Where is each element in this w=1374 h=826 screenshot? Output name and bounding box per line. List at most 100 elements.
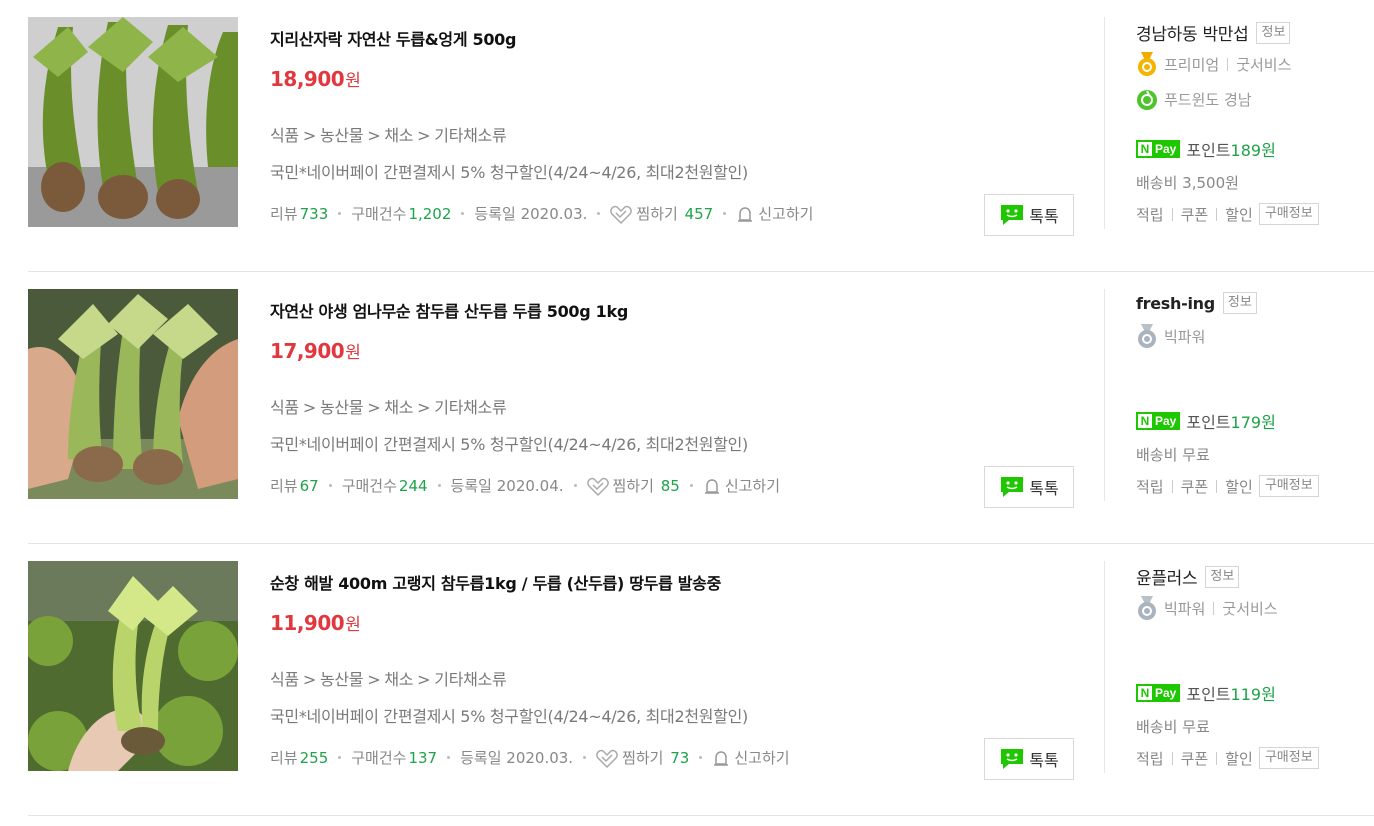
benefit-links: 적립 쿠폰 할인 구매정보	[1136, 475, 1319, 497]
shipping-fee: 배송비 무료	[1136, 718, 1210, 736]
registered-date: 등록일 2020.03.	[474, 205, 588, 224]
talktalk-button[interactable]: 톡톡	[984, 466, 1074, 508]
benefit-link[interactable]: 할인	[1225, 204, 1253, 225]
category-item[interactable]: 기타채소류	[434, 670, 506, 689]
product-thumbnail[interactable]	[28, 561, 238, 771]
wish-button[interactable]: 찜하기 85	[586, 475, 680, 497]
product-price: 17,900원	[270, 338, 361, 363]
benefit-link[interactable]: 적립	[1136, 204, 1164, 225]
product-price: 18,900원	[270, 66, 361, 91]
purchase-count: 구매건수 137	[351, 749, 438, 768]
category-item[interactable]: 기타채소류	[434, 126, 506, 145]
review-link[interactable]: 리뷰 67	[270, 475, 319, 496]
benefit-link[interactable]: 할인	[1225, 476, 1253, 497]
benefit-link[interactable]: 쿠폰	[1181, 748, 1209, 769]
registered-date: 등록일 2020.04.	[450, 477, 564, 496]
seller-name[interactable]: 윤플러스	[1136, 564, 1198, 589]
price-unit: 원	[345, 71, 361, 91]
category-item[interactable]: 채소	[384, 670, 413, 689]
product-thumbnail[interactable]	[28, 289, 238, 499]
category-item[interactable]: 채소	[384, 398, 413, 417]
category-item[interactable]: 식품	[270, 126, 299, 145]
npay-logo: N Pay	[1136, 412, 1181, 430]
category-item[interactable]: 농산물	[320, 670, 364, 689]
product-info: 자연산 야생 엄나무순 참두릅 산두릅 두릅 500g 1kg 17,900원 …	[270, 272, 1078, 543]
product-price: 11,900원	[270, 610, 361, 635]
seller-info-button[interactable]: 정보	[1222, 292, 1257, 314]
category-path: 식품 > 농산물 > 채소 > 기타채소류	[270, 670, 507, 689]
benefit-link[interactable]: 적립	[1136, 476, 1164, 497]
product-item: 자연산 야생 엄나무순 참두릅 산두릅 두릅 500g 1kg 17,900원 …	[28, 272, 1374, 544]
price-value: 11,900	[270, 611, 345, 635]
seller-name[interactable]: 경남하동 박만섭	[1136, 20, 1249, 45]
promo-text: 국민*네이버페이 간편결제시 5% 청구할인(4/24~4/26, 최대2천원할…	[270, 435, 748, 454]
product-item: 지리산자락 자연산 두릅&엉게 500g 18,900원 식품 > 농산물 > 채소 > 기…	[28, 0, 1374, 272]
review-link[interactable]: 리뷰 255	[270, 747, 328, 768]
wish-button[interactable]: 찜하기 73	[596, 747, 689, 769]
price-unit: 원	[345, 615, 361, 635]
review-link[interactable]: 리뷰 733	[270, 203, 328, 224]
seller-grade: 빅파워	[1136, 324, 1205, 348]
category-item[interactable]: 농산물	[320, 126, 364, 145]
benefit-link[interactable]: 할인	[1225, 748, 1253, 769]
gold-medal-icon	[1138, 52, 1156, 76]
report-button[interactable]: 신고하기	[712, 747, 790, 768]
benefit-links: 적립 쿠폰 할인 구매정보	[1136, 203, 1319, 225]
seller-grade: 프리미엄 굿서비스	[1136, 52, 1291, 76]
shipping-fee: 배송비 무료	[1136, 446, 1210, 464]
seller-panel: 경남하동 박만섭 정보 프리미엄 굿서비스 푸드윈도 경남 N Pay 포인트 189…	[1104, 0, 1374, 271]
npay-logo: N Pay	[1136, 684, 1181, 702]
benefit-link[interactable]: 쿠폰	[1181, 204, 1209, 225]
category-path: 식품 > 농산물 > 채소 > 기타채소류	[270, 398, 507, 417]
seller-name[interactable]: fresh-ing	[1136, 294, 1215, 313]
apple-icon	[1137, 90, 1157, 110]
purchase-info-button[interactable]: 구매정보	[1258, 475, 1319, 497]
category-item[interactable]: 기타채소류	[434, 398, 506, 417]
bell-icon	[704, 478, 719, 494]
price-value: 17,900	[270, 339, 345, 363]
benefit-link[interactable]: 적립	[1136, 748, 1164, 769]
purchase-info-button[interactable]: 구매정보	[1258, 747, 1319, 769]
foodwindow-badge: 푸드윈도 경남	[1136, 88, 1252, 110]
report-button[interactable]: 신고하기	[703, 475, 780, 496]
npay-point: N Pay 포인트 189원	[1136, 137, 1276, 161]
product-info: 순창 해발 400m 고랭지 참두릅1kg / 두릅 (산두릅) 땅두릅 발송중…	[270, 544, 1078, 815]
product-meta: 리뷰 733 구매건수 1,202 등록일 2020.03. 찜하기 457 신고하…	[270, 203, 813, 225]
heart-icon	[596, 749, 618, 768]
heart-icon	[610, 205, 633, 224]
category-item[interactable]: 식품	[270, 398, 299, 417]
seller-info-button[interactable]: 정보	[1256, 21, 1291, 44]
product-info: 지리산자락 자연산 두릅&엉게 500g 18,900원 식품 > 농산물 > 채소 > 기…	[270, 0, 1078, 271]
seller-panel: fresh-ing 정보 빅파워 N Pay 포인트 179원 배송비 무료 적립 …	[1104, 272, 1374, 543]
bell-icon	[714, 750, 729, 766]
silver-medal-icon	[1138, 596, 1156, 620]
report-button[interactable]: 신고하기	[736, 203, 813, 224]
chat-bubble-icon	[1001, 749, 1024, 769]
product-title[interactable]: 자연산 야생 엄나무순 참두릅 산두릅 두릅 500g 1kg	[270, 298, 628, 322]
category-path: 식품 > 농산물 > 채소 > 기타채소류	[270, 126, 507, 145]
product-thumbnail[interactable]	[28, 17, 238, 227]
category-item[interactable]: 식품	[270, 670, 299, 689]
category-item[interactable]: 농산물	[320, 398, 364, 417]
purchase-count: 구매건수 244	[341, 477, 428, 496]
heart-icon	[586, 477, 609, 496]
seller-info-button[interactable]: 정보	[1205, 565, 1240, 588]
category-item[interactable]: 채소	[384, 126, 413, 145]
npay-point: N Pay 포인트 179원	[1136, 409, 1276, 433]
purchase-info-button[interactable]: 구매정보	[1258, 203, 1319, 225]
wish-button[interactable]: 찜하기 457	[610, 203, 713, 225]
shipping-fee: 배송비 3,500원	[1136, 174, 1239, 192]
price-unit: 원	[345, 343, 361, 363]
promo-text: 국민*네이버페이 간편결제시 5% 청구할인(4/24~4/26, 최대2천원할…	[270, 163, 748, 182]
registered-date: 등록일 2020.03.	[460, 749, 574, 768]
bell-icon	[738, 206, 753, 222]
product-title[interactable]: 순창 해발 400m 고랭지 참두릅1kg / 두릅 (산두릅) 땅두릅 발송중	[270, 570, 721, 594]
talktalk-button[interactable]: 톡톡	[984, 194, 1074, 236]
product-title[interactable]: 지리산자락 자연산 두릅&엉게 500g	[270, 26, 516, 50]
chat-bubble-icon	[1001, 477, 1024, 497]
silver-medal-icon	[1138, 324, 1156, 348]
benefit-link[interactable]: 쿠폰	[1181, 476, 1209, 497]
price-value: 18,900	[270, 67, 345, 91]
seller-panel: 윤플러스 정보 빅파워 굿서비스 N Pay 포인트 119원 배송비 무료 적립 쿠…	[1104, 544, 1374, 815]
talktalk-button[interactable]: 톡톡	[984, 738, 1074, 780]
